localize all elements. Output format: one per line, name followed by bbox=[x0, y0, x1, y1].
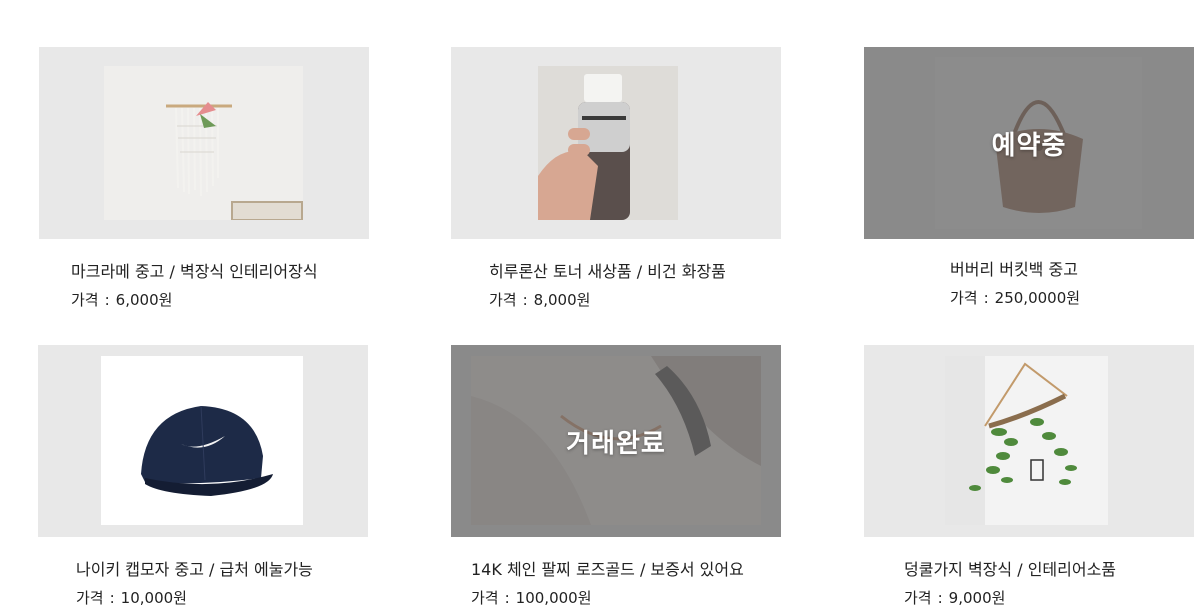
price-label: 가격 bbox=[489, 291, 517, 309]
product-card[interactable]: 덩쿨가지 벽장식 / 인테리어소품 가격:9,000원 bbox=[864, 345, 1194, 607]
product-price: 가격:8,000원 bbox=[489, 291, 591, 309]
product-title[interactable]: 버버리 버킷백 중고 bbox=[950, 259, 1201, 281]
price-value: 10,000원 bbox=[120, 589, 187, 607]
product-card[interactable]: 나이키 캡모자 중고 / 급처 에눌가능 가격:10,000원 bbox=[38, 345, 368, 607]
product-price: 가격:6,000원 bbox=[71, 291, 173, 309]
price-value: 9,000원 bbox=[948, 589, 1006, 607]
toner-photo bbox=[538, 66, 678, 220]
product-card[interactable]: 예약중 버버리 버킷백 중고 가격:250,0000원 bbox=[864, 47, 1194, 307]
status-badge: 예약중 bbox=[991, 130, 1067, 161]
product-thumbnail[interactable] bbox=[39, 47, 369, 239]
price-value: 250,0000원 bbox=[994, 289, 1081, 307]
product-thumbnail[interactable] bbox=[451, 47, 781, 239]
price-value: 8,000원 bbox=[533, 291, 591, 309]
price-value: 6,000원 bbox=[115, 291, 173, 309]
product-thumbnail[interactable] bbox=[864, 345, 1194, 537]
product-thumbnail[interactable]: 예약중 bbox=[864, 47, 1194, 239]
vine-decor-photo bbox=[945, 356, 1108, 525]
price-label: 가격 bbox=[76, 589, 104, 607]
sold-overlay: 거래완료 bbox=[451, 345, 781, 537]
price-label: 가격 bbox=[471, 589, 499, 607]
price-label: 가격 bbox=[904, 589, 932, 607]
cap-photo bbox=[101, 356, 303, 525]
product-title[interactable]: 나이키 캡모자 중고 / 급처 에눌가능 bbox=[76, 559, 406, 581]
product-card[interactable]: 거래완료 14K 체인 팔찌 로즈골드 / 보증서 있어요 가격:100,000… bbox=[451, 345, 781, 607]
product-price: 가격:10,000원 bbox=[76, 589, 187, 607]
price-label: 가격 bbox=[950, 289, 978, 307]
price-label: 가격 bbox=[71, 291, 99, 309]
price-value: 100,000원 bbox=[515, 589, 592, 607]
product-thumbnail[interactable]: 거래완료 bbox=[451, 345, 781, 537]
reserved-overlay: 예약중 bbox=[864, 47, 1194, 239]
product-thumbnail[interactable] bbox=[38, 345, 368, 537]
product-title[interactable]: 14K 체인 팔찌 로즈골드 / 보증서 있어요 bbox=[471, 559, 801, 581]
product-title[interactable]: 덩쿨가지 벽장식 / 인테리어소품 bbox=[904, 559, 1201, 581]
product-card[interactable]: 히루론산 토너 새상품 / 비건 화장품 가격:8,000원 bbox=[451, 47, 781, 309]
product-price: 가격:9,000원 bbox=[904, 589, 1006, 607]
status-badge: 거래완료 bbox=[566, 428, 666, 459]
macrame-photo bbox=[104, 66, 303, 220]
product-price: 가격:250,0000원 bbox=[950, 289, 1081, 307]
product-title[interactable]: 히루론산 토너 새상품 / 비건 화장품 bbox=[489, 261, 819, 283]
product-price: 가격:100,000원 bbox=[471, 589, 592, 607]
product-card[interactable]: 마크라메 중고 / 벽장식 인테리어장식 가격:6,000원 bbox=[39, 47, 369, 309]
product-title[interactable]: 마크라메 중고 / 벽장식 인테리어장식 bbox=[71, 261, 401, 283]
